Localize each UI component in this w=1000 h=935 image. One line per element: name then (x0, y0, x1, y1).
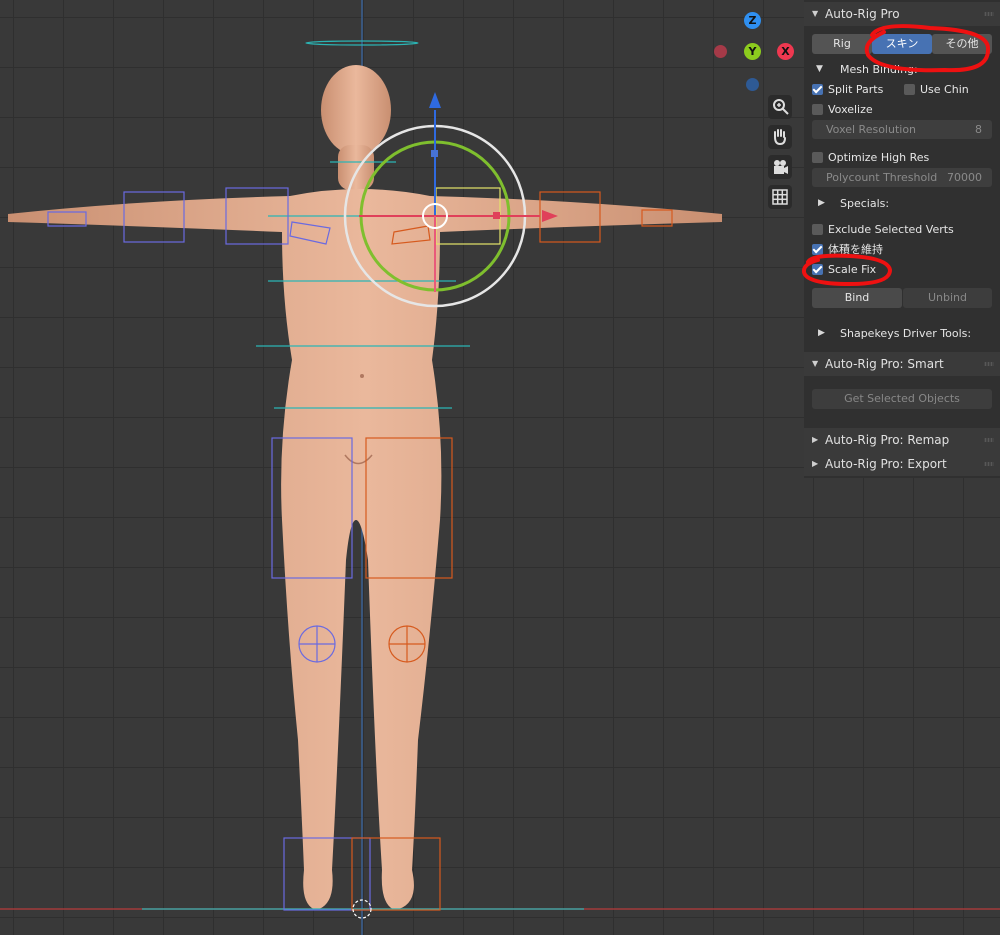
panel-header-smart[interactable]: ▼ Auto-Rig Pro: Smart (804, 352, 1000, 376)
auto-rig-pro-panel: ▼ Auto-Rig Pro Rig スキン その他 ▼ Mesh Bindin… (804, 0, 1000, 478)
drag-grip-icon[interactable] (984, 362, 994, 366)
tab-skin-label: スキン (885, 37, 919, 50)
split-parts-label: Split Parts (828, 83, 884, 96)
specials-label: Specials: (840, 197, 890, 210)
panel-header-export[interactable]: ▶ Auto-Rig Pro: Export (804, 452, 1000, 476)
mesh-binding-label: Mesh Binding: (840, 63, 918, 76)
gizmo-x-axis[interactable]: X (777, 43, 794, 60)
gizmo-x-label: X (781, 45, 790, 58)
optimize-high-res-label: Optimize High Res (828, 151, 930, 164)
remap-panel-title: Auto-Rig Pro: Remap (825, 433, 950, 447)
polycount-threshold-label: Polycount Threshold (826, 171, 938, 184)
voxelize-label: Voxelize (828, 103, 873, 116)
voxel-resolution-field[interactable]: Voxel Resolution 8 (812, 120, 992, 139)
voxelize-checkbox[interactable] (812, 104, 823, 115)
tab-rig[interactable]: Rig (812, 34, 872, 54)
smart-panel-title: Auto-Rig Pro: Smart (825, 357, 944, 371)
tab-rig-label: Rig (833, 37, 851, 50)
gizmo-z-label: Z (748, 14, 757, 27)
gizmo-y-axis[interactable]: Y (744, 43, 761, 60)
get-selected-objects-label: Get Selected Objects (844, 392, 960, 405)
shapekeys-expand-icon[interactable]: ▶ (818, 328, 825, 338)
drag-grip-icon[interactable] (984, 438, 994, 442)
navel (360, 374, 364, 378)
unbind-button-label: Unbind (927, 291, 967, 304)
drag-grip-icon[interactable] (984, 12, 994, 16)
export-panel-title: Auto-Rig Pro: Export (825, 457, 947, 471)
zoom-icon[interactable] (768, 95, 792, 119)
scale-fix-checkbox[interactable] (812, 264, 823, 275)
gizmo-z-axis[interactable]: Z (744, 12, 761, 29)
exclude-selected-verts-checkbox[interactable] (812, 224, 823, 235)
polycount-threshold-field[interactable]: Polycount Threshold 70000 (812, 168, 992, 187)
unbind-button[interactable]: Unbind (903, 288, 992, 308)
shapekeys-label: Shapekeys Driver Tools: (840, 327, 972, 340)
preserve-volume-label: 体積を維持 (828, 243, 883, 256)
split-parts-checkbox[interactable] (812, 84, 823, 95)
drag-grip-icon[interactable] (984, 462, 994, 466)
scale-fix-label: Scale Fix (828, 263, 877, 276)
get-selected-objects-button[interactable]: Get Selected Objects (812, 389, 992, 409)
gizmo-neg-z-axis[interactable] (746, 78, 759, 91)
grid-icon[interactable] (768, 185, 792, 209)
voxel-resolution-label: Voxel Resolution (826, 123, 917, 136)
bind-button[interactable]: Bind (812, 288, 902, 308)
collapse-icon: ▼ (812, 359, 819, 368)
panel-header-auto-rig-pro[interactable]: ▼ Auto-Rig Pro (804, 2, 1000, 26)
expand-icon: ▶ (812, 435, 819, 444)
specials-expand-icon[interactable]: ▶ (818, 198, 825, 208)
exclude-selected-verts-label: Exclude Selected Verts (828, 223, 954, 236)
tab-other-label: その他 (945, 37, 979, 50)
expand-icon: ▶ (812, 459, 819, 468)
polycount-threshold-value: 70000 (947, 171, 982, 184)
gizmo-neg-x-axis[interactable] (714, 45, 727, 58)
use-chin-checkbox[interactable] (904, 84, 915, 95)
camera-icon[interactable] (768, 155, 792, 179)
mesh-binding-expand-icon[interactable]: ▼ (816, 64, 823, 74)
tab-skin[interactable]: スキン (872, 34, 932, 54)
gizmo-y-label: Y (748, 45, 757, 58)
preserve-volume-checkbox[interactable] (812, 244, 823, 255)
voxel-resolution-value: 8 (975, 123, 982, 136)
tab-other[interactable]: その他 (932, 34, 992, 54)
collapse-icon: ▼ (812, 9, 819, 18)
use-chin-label: Use Chin (920, 83, 969, 96)
panel-header-remap[interactable]: ▶ Auto-Rig Pro: Remap (804, 428, 1000, 452)
hand-icon[interactable] (768, 125, 792, 149)
optimize-high-res-checkbox[interactable] (812, 152, 823, 163)
bind-button-label: Bind (844, 291, 870, 304)
panel-title: Auto-Rig Pro (825, 7, 900, 21)
